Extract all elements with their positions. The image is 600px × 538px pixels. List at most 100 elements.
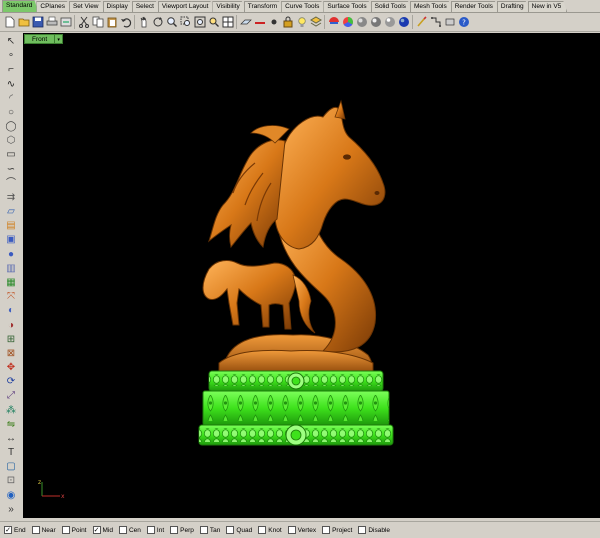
gumball-icon[interactable] [415,15,428,29]
save-icon[interactable] [31,15,44,29]
tab-select[interactable]: Select [132,1,160,12]
tab-surface-tools[interactable]: Surface Tools [323,1,372,12]
osnap-checkbox[interactable] [358,526,367,534]
zoom-extents-icon[interactable] [193,15,206,29]
blue-sphere-icon[interactable] [397,15,410,29]
tab-new-in-v5[interactable]: New in V5 [528,1,568,12]
osnap-checkbox[interactable] [199,526,208,534]
hide-icon[interactable] [253,15,266,29]
lightbulb-icon[interactable] [295,15,308,29]
options-icon[interactable] [443,15,456,29]
tab-curve-tools[interactable]: Curve Tools [281,1,325,12]
new-file-icon[interactable] [3,15,16,29]
pan-icon[interactable] [137,15,150,29]
more-icon[interactable]: » [2,503,20,517]
snap-grid-icon[interactable] [429,15,442,29]
tab-set-view[interactable]: Set View [69,1,105,12]
print-icon[interactable] [45,15,58,29]
viewport-dropdown-icon[interactable]: ▾ [55,34,64,44]
cylinder-icon[interactable]: ▥ [2,262,20,276]
osnap-int[interactable]: Int [146,526,164,534]
tab-transform[interactable]: Transform [244,1,283,12]
rectangle-icon[interactable]: ▭ [2,148,20,162]
import-icon[interactable] [59,15,72,29]
osnap-checkbox[interactable] [31,526,40,534]
polyline-icon[interactable]: ⌐ [2,63,20,77]
osnap-perp[interactable]: Perp [170,526,194,534]
color-wheel-icon[interactable] [341,15,354,29]
material-sphere-icon[interactable] [383,15,396,29]
array-icon[interactable]: ⁂ [2,403,20,417]
circle-icon[interactable]: ○ [2,106,20,120]
select-arrow-icon[interactable]: ↖ [2,35,20,49]
render-icon[interactable]: ◉ [2,489,20,503]
osnap-checkbox[interactable] [170,526,179,534]
osnap-mid[interactable]: ✓ Mid [92,526,113,534]
rotate-icon[interactable]: ⟳ [2,375,20,389]
osnap-project[interactable]: Project [322,526,352,534]
front-viewport[interactable]: Front ▾ z x [23,33,600,518]
arc-icon[interactable]: ◜ [2,92,20,106]
osnap-knot[interactable]: Knot [258,526,282,534]
rendered-sphere-icon[interactable] [369,15,382,29]
boolean-icon[interactable]: ◐ [2,304,20,318]
tab-standard[interactable]: Standard [2,0,38,12]
osnap-checkbox[interactable]: ✓ [92,526,101,534]
free-curve-icon[interactable]: ∽ [2,163,20,177]
show-icon[interactable] [267,15,280,29]
tab-drafting[interactable]: Drafting [497,1,530,12]
osnap-checkbox[interactable] [146,526,155,534]
osnap-checkbox[interactable] [322,526,331,534]
dimension-icon[interactable]: ↔ [2,432,20,446]
zoom-icon[interactable] [165,15,178,29]
split-icon[interactable]: ◑ [2,318,20,332]
cplane-icon[interactable] [239,15,252,29]
mirror-icon[interactable]: ⇋ [2,418,20,432]
mesh-icon[interactable]: ▦ [2,276,20,290]
shaded-sphere-icon[interactable] [355,15,368,29]
sphere-icon[interactable]: ● [2,248,20,262]
osnap-point[interactable]: Point [61,526,87,534]
paste-icon[interactable] [105,15,118,29]
osnap-disable[interactable]: Disable [358,526,390,534]
tab-solid-tools[interactable]: Solid Tools [371,1,412,12]
move-icon[interactable]: ✥ [2,361,20,375]
join-icon[interactable]: ⊞ [2,333,20,347]
viewport-grid-icon[interactable] [221,15,234,29]
osnap-cen[interactable]: Cen [118,526,141,534]
osnap-tan[interactable]: Tan [199,526,220,534]
tab-visibility[interactable]: Visibility [212,1,245,12]
point-icon[interactable]: ∘ [2,49,20,63]
osnap-quad[interactable]: Quad [226,526,252,534]
osnap-checkbox[interactable]: ✓ [4,526,12,534]
offset-icon[interactable]: ⇉ [2,191,20,205]
rotate-view-icon[interactable] [151,15,164,29]
extrude-icon[interactable]: ▤ [2,219,20,233]
group-icon[interactable]: ⊡ [2,474,20,488]
viewport-title-tab[interactable]: Front ▾ [24,34,64,44]
zoom-window-icon[interactable] [179,15,192,29]
osnap-end[interactable]: ✓ End [4,526,26,534]
osnap-checkbox[interactable] [118,526,127,534]
surface-icon[interactable]: ▱ [2,205,20,219]
copy-icon[interactable] [91,15,104,29]
properties-icon[interactable] [327,15,340,29]
explode-icon[interactable]: ⊠ [2,347,20,361]
box-icon[interactable]: ▣ [2,233,20,247]
zoom-selected-icon[interactable] [207,15,220,29]
osnap-checkbox[interactable] [258,526,267,534]
osnap-checkbox[interactable] [61,526,70,534]
osnap-vertex[interactable]: Vertex [287,526,316,534]
tab-mesh-tools[interactable]: Mesh Tools [410,1,453,12]
tab-viewport-layout[interactable]: Viewport Layout [158,1,215,12]
tab-render-tools[interactable]: Render Tools [451,1,499,12]
ellipse-icon[interactable]: ◯ [2,120,20,134]
fillet-icon[interactable]: ⌒ [2,177,20,191]
help-icon[interactable]: ? [457,15,470,29]
osnap-checkbox[interactable] [287,526,296,534]
curve-icon[interactable]: ∿ [2,78,20,92]
polygon-icon[interactable]: ⬡ [2,134,20,148]
text-icon[interactable]: T [2,446,20,460]
transform-icon[interactable]: ⤧ [2,290,20,304]
open-file-icon[interactable] [17,15,30,29]
